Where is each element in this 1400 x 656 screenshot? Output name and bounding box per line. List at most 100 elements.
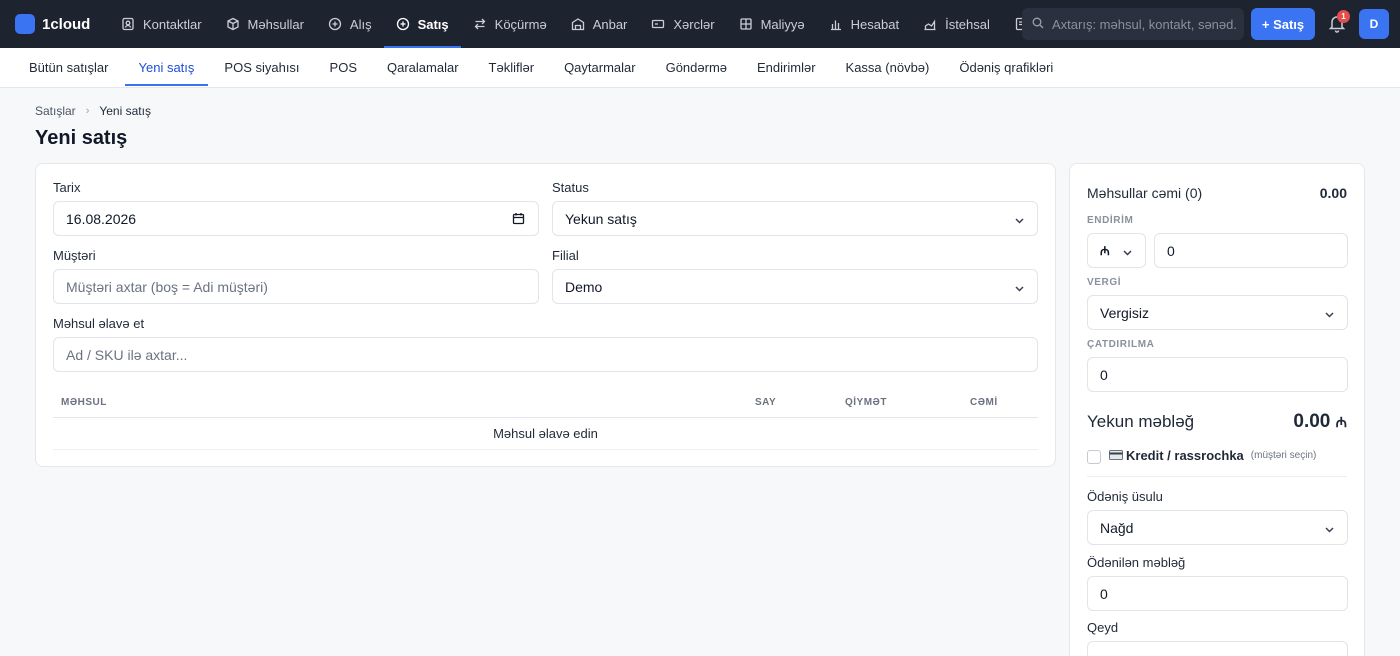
empty-table-message: Məhsul əlavə edin xyxy=(53,419,1038,450)
chevron-down-icon xyxy=(1014,213,1025,229)
tab-all-sales[interactable]: Bütün satışlar xyxy=(15,50,123,86)
branch-select[interactable]: Demo xyxy=(552,269,1038,304)
status-label: Status xyxy=(552,180,589,195)
note-field[interactable] xyxy=(1087,641,1348,656)
credit-hint: (müştəri seçin) xyxy=(1250,450,1317,461)
tab-cash-shift[interactable]: Kassa (növbə) xyxy=(832,50,944,86)
card-icon xyxy=(1109,448,1123,463)
nav-item-production[interactable]: İstehsal xyxy=(911,0,1002,48)
tax-select[interactable]: Vergisiz xyxy=(1087,295,1348,330)
tab-payment-schedules[interactable]: Ödəniş qrafikləri xyxy=(945,50,1067,86)
payment-method-value: Nağd xyxy=(1100,519,1134,536)
tab-pos[interactable]: POS xyxy=(316,50,371,86)
payment-method-select[interactable]: Nağd xyxy=(1087,510,1348,545)
plus-circle-icon xyxy=(396,17,410,31)
products-table-header: MƏHSUL SAY QİYMƏT CƏMİ xyxy=(53,386,1038,418)
paid-amount-field[interactable]: 0 xyxy=(1087,576,1348,611)
breadcrumb: Satışlar › Yeni satış xyxy=(35,104,151,118)
nav-label: Köçürmə xyxy=(494,16,547,32)
global-search[interactable] xyxy=(1022,8,1244,40)
box-icon xyxy=(226,17,240,31)
date-value: 16.08.2026 xyxy=(66,210,137,227)
grand-total-value: 0.00 xyxy=(1293,411,1331,432)
tab-returns[interactable]: Qaytarmalar xyxy=(550,50,650,86)
summary-card: Məhsullar cəmi (0) 0.00 ENDİRİM ₼ 0 VERG… xyxy=(1069,163,1365,656)
chevron-down-icon xyxy=(1324,522,1335,538)
tax-value: Vergisiz xyxy=(1100,304,1150,321)
wallet-icon xyxy=(651,17,665,31)
breadcrumb-current: Yeni satış xyxy=(99,104,151,118)
credit-checkbox[interactable] xyxy=(1087,450,1101,464)
calendar-icon[interactable] xyxy=(512,212,525,228)
tab-pos-list[interactable]: POS siyahısı xyxy=(210,50,313,86)
chevron-down-icon xyxy=(1324,307,1335,323)
discount-type-select[interactable]: ₼ xyxy=(1087,233,1146,268)
tab-quotes[interactable]: Təkliflər xyxy=(475,50,549,86)
customer-label: Müştəri xyxy=(53,248,96,263)
app-name: 1cloud xyxy=(42,15,91,33)
shipping-caption: ÇATDIRILMA xyxy=(1087,339,1155,350)
breadcrumb-parent[interactable]: Satışlar xyxy=(35,104,76,118)
nav-label: Kontaktlar xyxy=(143,16,202,32)
nav-item-expenses[interactable]: Xərclər xyxy=(639,0,726,48)
nav-label: İstehsal xyxy=(945,16,990,32)
paid-amount-value: 0 xyxy=(1100,585,1108,602)
date-field[interactable]: 16.08.2026 xyxy=(53,201,539,236)
tab-discounts[interactable]: Endirimlər xyxy=(743,50,830,86)
search-input[interactable] xyxy=(1052,16,1237,32)
nav-item-warehouse[interactable]: Anbar xyxy=(559,0,640,48)
branch-value: Demo xyxy=(565,278,603,295)
nav-item-contacts[interactable]: Kontaktlar xyxy=(109,0,214,48)
column-price: QİYMƏT xyxy=(845,397,887,408)
nav-label: Maliyyə xyxy=(760,16,805,32)
column-total: CƏMİ xyxy=(970,397,998,408)
chevron-down-icon xyxy=(1014,281,1025,297)
credit-option: Kredit / rassrochka (müştəri seçin) xyxy=(1109,448,1316,463)
products-total-row: Məhsullar cəmi (0) 0.00 xyxy=(1087,185,1347,201)
tab-new-sale[interactable]: Yeni satış xyxy=(124,50,209,86)
credit-label: Kredit / rassrochka xyxy=(1126,448,1244,463)
nav-label: Satış xyxy=(417,16,449,32)
grand-total-amount: 0.00 ₼ xyxy=(1293,411,1347,433)
factory-icon xyxy=(923,17,937,31)
manat-icon: ₼ xyxy=(1335,414,1347,430)
nav-item-purchase[interactable]: Alış xyxy=(316,0,384,48)
customer-search-field[interactable]: Müştəri axtar (boş = Adi müştəri) xyxy=(53,269,539,304)
avatar[interactable]: D xyxy=(1359,9,1389,39)
grand-total-label: Yekun məbləğ xyxy=(1087,412,1195,431)
sales-subnav: Bütün satışlar Yeni satış POS siyahısı P… xyxy=(0,48,1400,88)
nav-label: Məhsullar xyxy=(247,16,304,32)
column-product: MƏHSUL xyxy=(61,397,107,408)
nav-item-products[interactable]: Məhsullar xyxy=(214,0,316,48)
status-select[interactable]: Yekun satış xyxy=(552,201,1038,236)
product-search-field[interactable]: Ad / SKU ilə axtar... xyxy=(53,337,1038,372)
discount-amount-field[interactable]: 0 xyxy=(1154,233,1348,268)
status-value: Yekun satış xyxy=(565,210,637,227)
product-search-placeholder: Ad / SKU ilə axtar... xyxy=(66,346,188,363)
nav-item-finance[interactable]: Maliyyə xyxy=(727,0,817,48)
nav-item-reports[interactable]: Hesabat xyxy=(817,0,911,48)
app-logo[interactable]: 1cloud xyxy=(15,14,101,34)
tab-drafts[interactable]: Qaralamalar xyxy=(373,50,473,86)
add-product-label: Məhsul əlavə et xyxy=(53,316,145,331)
contacts-icon xyxy=(121,17,135,31)
shipping-value: 0 xyxy=(1100,366,1108,383)
new-sale-button[interactable]: + Satış xyxy=(1251,8,1315,40)
paid-amount-label: Ödənilən məbləğ xyxy=(1087,555,1186,570)
nav-item-transfer[interactable]: Köçürmə xyxy=(461,0,559,48)
customer-placeholder: Müştəri axtar (boş = Adi müştəri) xyxy=(66,278,268,295)
page-title: Yeni satış xyxy=(35,127,128,149)
column-quantity: SAY xyxy=(755,397,777,408)
top-navbar: 1cloud Kontaktlar Məhsullar Alış Satış K… xyxy=(0,0,1400,48)
chevron-down-icon xyxy=(1122,245,1133,261)
shipping-field[interactable]: 0 xyxy=(1087,357,1348,392)
search-icon xyxy=(1032,17,1044,32)
tab-shipping[interactable]: Göndərmə xyxy=(652,50,741,86)
nav-item-sales[interactable]: Satış xyxy=(383,0,461,48)
warehouse-icon xyxy=(571,17,585,31)
main-nav: Kontaktlar Məhsullar Alış Satış Köçürmə xyxy=(109,0,1036,48)
products-total-value: 0.00 xyxy=(1319,185,1347,201)
chevron-right-icon: › xyxy=(85,105,90,117)
grand-total-row: Yekun məbləğ 0.00 ₼ xyxy=(1087,411,1347,433)
discount-caption: ENDİRİM xyxy=(1087,215,1134,226)
